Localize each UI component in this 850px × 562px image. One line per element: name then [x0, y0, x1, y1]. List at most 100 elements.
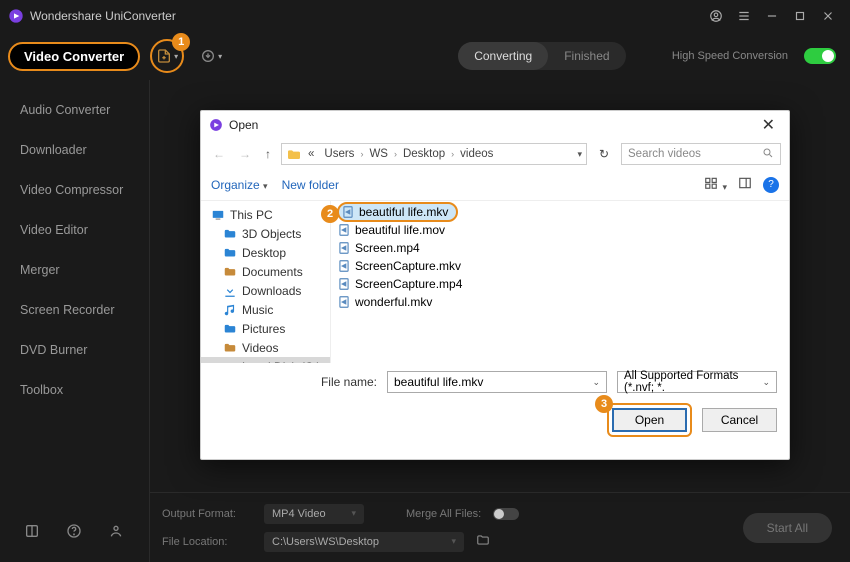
output-format-select[interactable]: MP4 Video ▾ [264, 504, 364, 524]
file-open-dialog: Open ✕ ← → ↑ « Users› WS› Desktop› video… [200, 110, 790, 460]
preview-pane-icon[interactable] [737, 176, 753, 193]
tree-node[interactable]: This PC [201, 205, 330, 224]
tree-label: Music [242, 303, 273, 317]
tree-node[interactable]: Pictures [201, 319, 330, 338]
cancel-button[interactable]: Cancel [702, 408, 777, 432]
file-name: ScreenCapture.mkv [355, 259, 461, 273]
app-logo-icon [8, 8, 24, 24]
open-button-highlight: 3 Open [607, 403, 692, 437]
file-location-select[interactable]: C:\Users\WS\Desktop ▾ [264, 532, 464, 552]
download-icon [223, 284, 237, 298]
app-logo-icon [209, 118, 223, 132]
sidebar-item-toolbox[interactable]: Toolbox [0, 370, 149, 410]
tab-switch: Converting Finished [458, 42, 625, 70]
sidebar-item-downloader[interactable]: Downloader [0, 130, 149, 170]
folder-tree: This PC 3D Objects Desktop Documents Downloa… [201, 201, 331, 363]
merge-all-toggle[interactable] [493, 508, 519, 520]
file-item[interactable]: Screen.mp4 [331, 239, 789, 257]
maximize-icon[interactable] [786, 2, 814, 30]
account-icon[interactable] [702, 2, 730, 30]
new-folder-button[interactable]: New folder [282, 178, 339, 192]
sidebar-item-screen-recorder[interactable]: Screen Recorder [0, 290, 149, 330]
view-mode-icon[interactable]: ▾ [703, 176, 727, 193]
dialog-help-icon[interactable]: ? [763, 177, 779, 193]
tree-node[interactable]: Downloads [201, 281, 330, 300]
video-file-icon [337, 295, 351, 309]
open-button[interactable]: Open [612, 408, 687, 432]
nav-up-icon[interactable]: ↑ [261, 145, 275, 163]
refresh-icon[interactable]: ↻ [593, 147, 615, 161]
crumb-desktop[interactable]: Desktop [399, 148, 449, 160]
organize-menu[interactable]: Organize ▾ [211, 178, 268, 192]
search-input[interactable]: Search videos [621, 143, 781, 165]
chevron-down-icon: ▾ [451, 536, 456, 547]
minimize-icon[interactable] [758, 2, 786, 30]
crumb-videos[interactable]: videos [456, 148, 497, 160]
mode-video-converter[interactable]: Video Converter [8, 42, 140, 71]
tree-label: 3D Objects [242, 227, 301, 241]
sidebar: Audio Converter Downloader Video Compres… [0, 80, 150, 562]
account-settings-icon[interactable] [108, 523, 124, 544]
nav-forward-icon[interactable]: → [235, 145, 255, 163]
add-file-button[interactable]: ▾ 1 [150, 39, 184, 73]
tab-finished[interactable]: Finished [548, 42, 625, 70]
file-item[interactable]: wonderful.mkv [331, 293, 789, 311]
tree-label: Downloads [242, 284, 301, 298]
output-format-value: MP4 Video [272, 508, 326, 520]
high-speed-toggle[interactable] [804, 48, 836, 64]
sidebar-item-audio-converter[interactable]: Audio Converter [0, 90, 149, 130]
callout-2: 2 [321, 205, 339, 223]
file-item[interactable]: ScreenCapture.mp4 [331, 275, 789, 293]
dialog-close-icon[interactable]: ✕ [756, 115, 781, 135]
breadcrumb[interactable]: « Users› WS› Desktop› videos ▾ [281, 143, 587, 165]
format-filter-value: All Supported Formats (*.nvf; *. [624, 370, 762, 394]
3d-icon [223, 227, 237, 241]
video-file-icon [341, 205, 355, 219]
open-folder-icon[interactable] [476, 533, 490, 550]
folder-icon [286, 147, 302, 161]
tree-node[interactable]: Videos [201, 338, 330, 357]
tree-label: Desktop [242, 246, 286, 260]
crumb-ws[interactable]: WS [365, 148, 392, 160]
desktop-icon [223, 246, 237, 260]
breadcrumb-prefix: « [304, 148, 318, 160]
high-speed-label: High Speed Conversion [672, 50, 788, 62]
menu-icon[interactable] [730, 2, 758, 30]
tree-node[interactable]: Music [201, 300, 330, 319]
sidebar-item-merger[interactable]: Merger [0, 250, 149, 290]
file-name: ScreenCapture.mp4 [355, 277, 462, 291]
file-name-input[interactable]: beautiful life.mkv ⌄ [387, 371, 607, 393]
close-icon[interactable] [814, 2, 842, 30]
pic-icon [223, 322, 237, 336]
chevron-down-icon[interactable]: ▾ [577, 149, 582, 160]
file-name: Screen.mp4 [355, 241, 420, 255]
tab-converting[interactable]: Converting [458, 42, 548, 70]
tree-label: Documents [242, 265, 303, 279]
start-all-button[interactable]: Start All [743, 513, 832, 543]
callout-1: 1 [172, 33, 190, 51]
bottom-tool-icons [24, 523, 124, 544]
manual-icon[interactable] [24, 523, 40, 544]
format-filter-select[interactable]: All Supported Formats (*.nvf; *. ⌄ [617, 371, 777, 393]
callout-3: 3 [595, 395, 613, 413]
video-file-icon [337, 241, 351, 255]
doc-icon [223, 265, 237, 279]
file-name-label: File name: [321, 375, 377, 389]
sidebar-item-video-editor[interactable]: Video Editor [0, 210, 149, 250]
file-name: wonderful.mkv [355, 295, 432, 309]
tree-node[interactable]: 3D Objects [201, 224, 330, 243]
tree-node[interactable]: Documents [201, 262, 330, 281]
chevron-down-icon: ⌄ [762, 377, 770, 388]
sidebar-item-video-compressor[interactable]: Video Compressor [0, 170, 149, 210]
tree-node[interactable]: Desktop [201, 243, 330, 262]
nav-back-icon[interactable]: ← [209, 145, 229, 163]
chevron-down-icon: ▾ [351, 508, 356, 519]
file-item[interactable]: beautiful life.mov [331, 221, 789, 239]
sidebar-item-dvd-burner[interactable]: DVD Burner [0, 330, 149, 370]
help-icon[interactable] [66, 523, 82, 544]
download-media-button[interactable]: ▾ [194, 39, 228, 73]
file-item[interactable]: 2beautiful life.mkv [331, 203, 789, 221]
video-file-icon [337, 223, 351, 237]
file-item[interactable]: ScreenCapture.mkv [331, 257, 789, 275]
crumb-users[interactable]: Users [320, 148, 358, 160]
